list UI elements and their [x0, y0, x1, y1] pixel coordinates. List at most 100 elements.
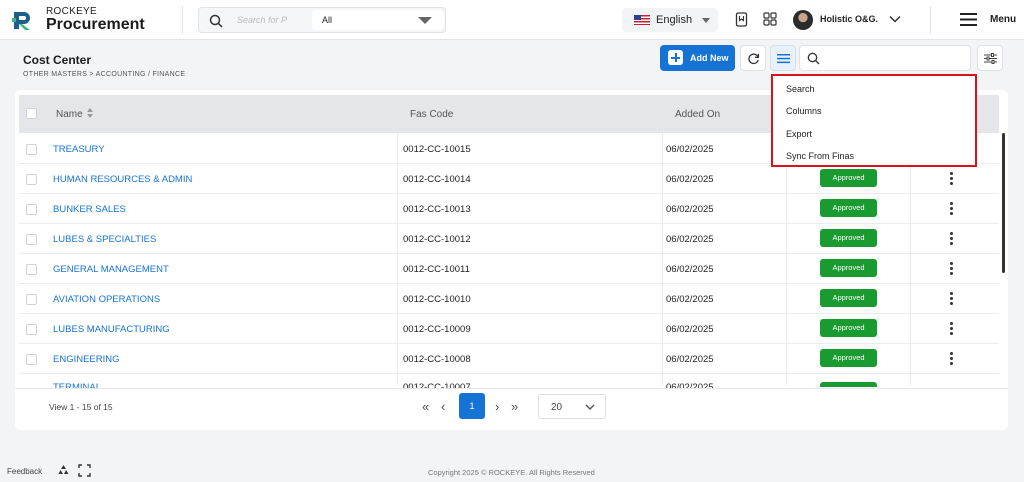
row-actions-kebab-icon[interactable]	[950, 262, 954, 277]
menu-item-columns[interactable]: Columns	[786, 106, 822, 116]
row-checkbox[interactable]	[26, 144, 37, 155]
search-icon	[209, 14, 223, 28]
menu-item-search[interactable]: Search	[786, 84, 815, 94]
global-search[interactable]: Search for P All	[198, 7, 446, 33]
filter-button[interactable]	[977, 45, 1003, 71]
row-name-link[interactable]: BUNKER SALES	[53, 204, 126, 215]
list-actions-dropdown: Search Columns Export Sync From Finas	[771, 74, 977, 167]
row-name-link[interactable]: TREASURY	[53, 144, 105, 155]
fullscreen-icon[interactable]	[78, 464, 91, 477]
divider	[910, 133, 911, 385]
menu-label[interactable]: Menu	[990, 14, 1016, 25]
row-checkbox[interactable]	[26, 294, 37, 305]
search-scope-value: All	[322, 15, 333, 25]
row-added-on: 06/02/2025	[666, 234, 714, 245]
status-badge	[820, 382, 877, 387]
sliders-icon	[984, 53, 997, 64]
column-header-fas-code[interactable]: Fas Code	[410, 109, 453, 120]
vertical-scrollbar[interactable]	[1002, 133, 1005, 273]
next-page-icon[interactable]: ›	[495, 399, 499, 414]
last-page-icon[interactable]: »	[511, 399, 518, 414]
row-fas-code: 0012-CC-10013	[403, 204, 471, 215]
search-icon	[807, 52, 820, 65]
search-scope-select[interactable]: All	[312, 10, 444, 30]
prev-page-icon[interactable]: ‹	[441, 399, 445, 414]
row-checkbox[interactable]	[26, 264, 37, 275]
row-name-link[interactable]: LUBES MANUFACTURING	[53, 324, 170, 335]
table-search-input[interactable]	[799, 45, 971, 71]
status-badge: Approved	[820, 319, 877, 337]
row-added-on: 06/02/2025	[666, 354, 714, 365]
row-name-link[interactable]: GENERAL MANAGEMENT	[53, 264, 169, 275]
row-name-link[interactable]: ENGINEERING	[53, 354, 120, 365]
divider	[786, 133, 787, 385]
row-added-on: 06/02/2025	[666, 294, 714, 305]
row-added-on: 06/02/2025	[666, 264, 714, 275]
chevron-down-icon[interactable]	[888, 12, 902, 26]
row-fas-code: 0012-CC-10012	[403, 234, 471, 245]
row-checkbox[interactable]	[26, 234, 37, 245]
feedback-link[interactable]: Feedback	[7, 467, 42, 476]
row-checkbox[interactable]	[26, 324, 37, 335]
menu-item-export[interactable]: Export	[786, 129, 812, 139]
column-header-name[interactable]: Name	[56, 109, 83, 120]
brand-title: Procurement	[46, 16, 145, 33]
apps-grid-icon[interactable]	[763, 12, 777, 26]
row-name-link[interactable]: HUMAN RESOURCES & ADMIN	[53, 174, 192, 185]
row-checkbox[interactable]	[26, 204, 37, 215]
row-added-on: 06/02/2025	[666, 174, 714, 185]
select-all-checkbox[interactable]	[26, 108, 37, 119]
language-select[interactable]: English	[622, 8, 718, 32]
list-menu-button[interactable]	[770, 45, 796, 71]
first-page-icon[interactable]: «	[422, 399, 429, 414]
divider	[662, 133, 663, 385]
row-actions-kebab-icon[interactable]	[950, 292, 954, 307]
row-divider	[19, 223, 999, 224]
row-divider	[19, 193, 999, 194]
bookmark-icon[interactable]	[735, 12, 748, 27]
row-actions-kebab-icon[interactable]	[950, 352, 954, 367]
status-badge: Approved	[820, 169, 877, 187]
search-input[interactable]: Search for P	[237, 15, 287, 25]
row-actions-kebab-icon[interactable]	[950, 172, 954, 187]
row-actions-kebab-icon[interactable]	[950, 202, 954, 217]
page-size-select[interactable]: 20	[538, 394, 606, 419]
row-fas-code: 0012-CC-10015	[403, 144, 471, 155]
user-name[interactable]: Holistic O&G.	[820, 14, 878, 24]
row-added-on: 06/02/2025	[666, 204, 714, 215]
hamburger-menu-icon[interactable]	[960, 13, 977, 26]
row-fas-code: 0012-CC-10009	[403, 324, 471, 335]
column-header-added-on[interactable]: Added On	[675, 109, 720, 120]
status-badge: Approved	[820, 259, 877, 277]
view-count: View 1 - 15 of 15	[49, 402, 113, 412]
menu-item-sync-from-finas[interactable]: Sync From Finas	[786, 151, 854, 161]
breadcrumb: OTHER MASTERS > ACCOUNTING / FINANCE	[23, 71, 186, 78]
page-1-button[interactable]: 1	[459, 393, 485, 419]
sort-icon[interactable]	[87, 108, 93, 118]
row-divider	[19, 373, 999, 374]
row-actions-kebab-icon[interactable]	[950, 232, 954, 247]
status-badge: Approved	[820, 289, 877, 307]
row-checkbox[interactable]	[26, 174, 37, 185]
refresh-button[interactable]	[740, 45, 766, 71]
add-new-button[interactable]: Add New	[660, 45, 735, 71]
row-fas-code: 0012-CC-10008	[403, 354, 471, 365]
row-divider	[19, 343, 999, 344]
row-divider	[19, 253, 999, 254]
row-checkbox[interactable]	[26, 354, 37, 365]
avatar[interactable]	[793, 10, 813, 30]
refresh-icon	[748, 53, 760, 65]
row-actions-kebab-icon[interactable]	[950, 322, 954, 337]
add-new-label: Add New	[690, 53, 729, 63]
row-added-on: 06/02/2025	[666, 324, 714, 335]
page-title: Cost Center	[23, 53, 92, 67]
top-bar: ROCKEYE Procurement Search for P All Eng…	[0, 0, 1024, 40]
chevron-down-icon	[585, 404, 595, 410]
divider	[182, 6, 183, 34]
recycle-icon[interactable]	[57, 464, 70, 477]
row-name-link[interactable]: AVIATION OPERATIONS	[53, 294, 160, 305]
caret-down-icon	[702, 18, 710, 23]
page-size-value: 20	[551, 402, 563, 413]
list-icon	[777, 54, 790, 64]
row-name-link[interactable]: LUBES & SPECIALTIES	[53, 234, 156, 245]
